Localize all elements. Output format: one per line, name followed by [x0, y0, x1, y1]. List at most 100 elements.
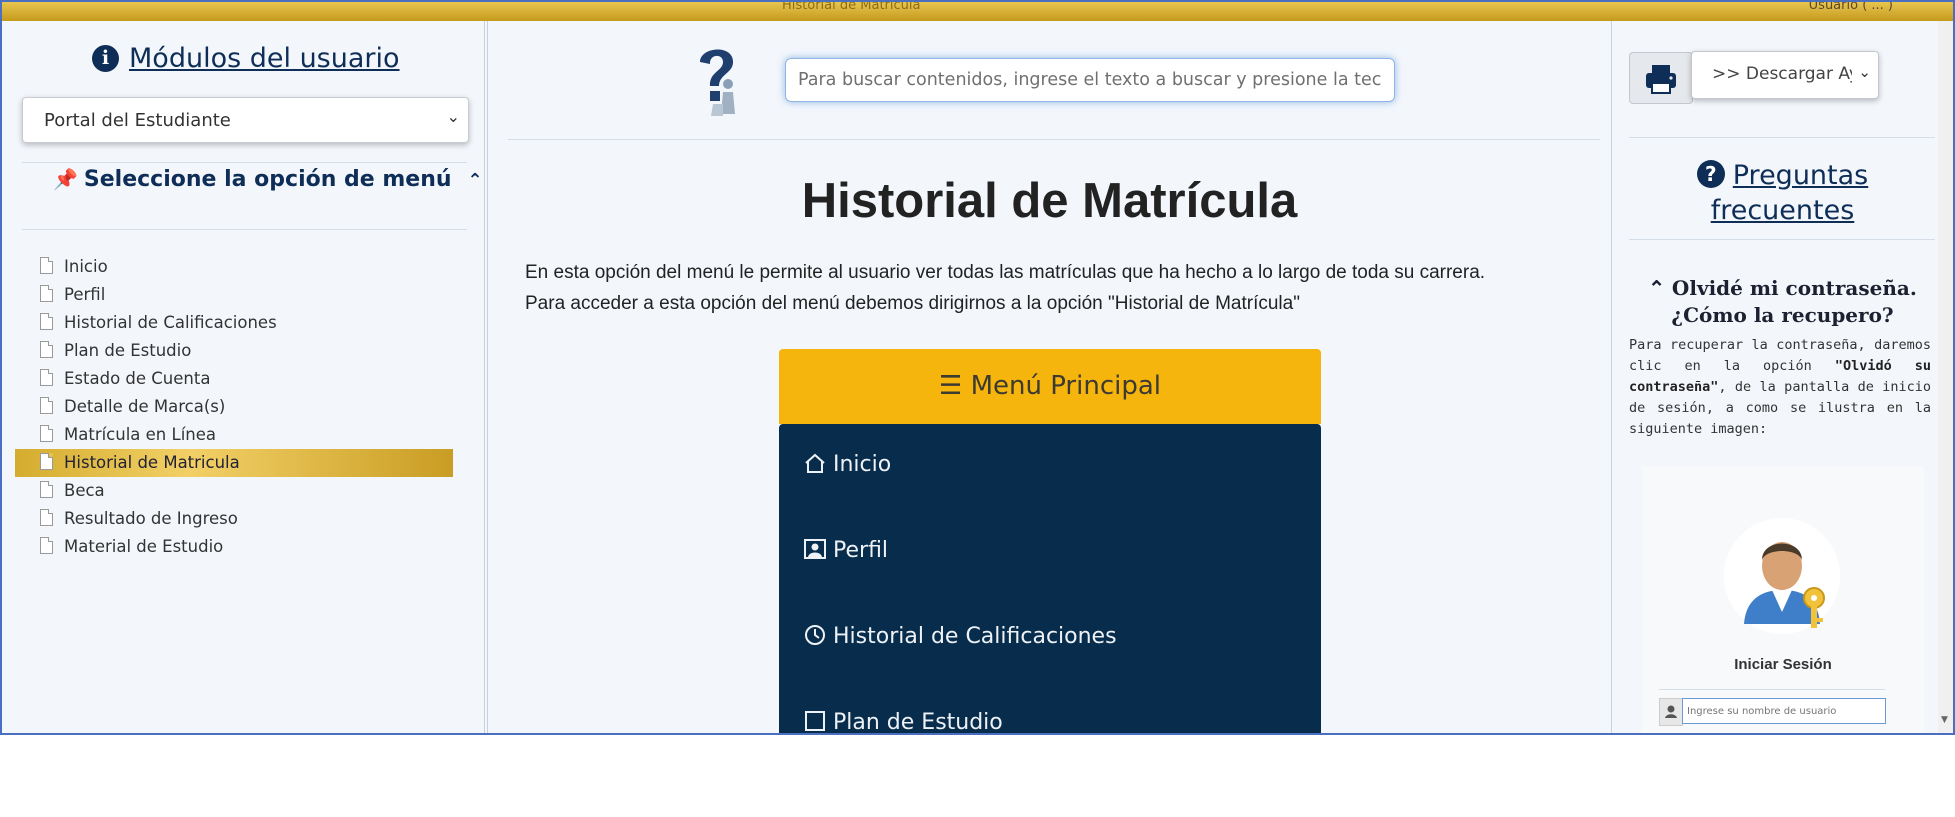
menu-list: Inicio Perfil Historial de Calificaciones P…: [15, 253, 453, 561]
sidebar-menu-label: Detalle de Marca(s): [64, 397, 226, 416]
user-key-avatar-icon: [1724, 518, 1840, 634]
list-icon: ☰: [938, 371, 963, 401]
login-label: Iniciar Sesión: [1734, 656, 1832, 673]
sidebar-menu-label: Inicio: [64, 257, 108, 276]
question-line2: ¿Cómo la recupero?: [1671, 303, 1894, 327]
divider: [22, 229, 467, 230]
main-content: Historial de Matrícula En esta opción de…: [487, 21, 1612, 733]
preview-item-label: Historial de Calificaciones: [833, 624, 1117, 649]
menu-title: 📌 Seleccione la opción de menú ⌃: [53, 167, 483, 192]
preview-item-label: Plan de Estudio: [833, 710, 1003, 733]
divider: [508, 139, 1600, 140]
sidebar-menu-label: Perfil: [64, 285, 106, 304]
divider: [1659, 689, 1885, 690]
question-circle-icon: ?: [1696, 160, 1725, 188]
sidebar-menu-item[interactable]: Estado de Cuenta: [15, 365, 453, 393]
menu-principal-header: ☰ Menú Principal: [779, 349, 1321, 424]
user-icon: [1659, 698, 1683, 726]
menu-principal-label: Menú Principal: [970, 371, 1162, 401]
sidebar-menu-label: Plan de Estudio: [64, 341, 192, 360]
preview-item-perfil: Perfil: [803, 538, 888, 563]
top-bar-title: Historial de Matrícula: [782, 0, 921, 13]
left-panel: i Módulos del usuario Portal del Estudian…: [2, 21, 485, 733]
module-select[interactable]: Portal del Estudiante ⌄: [22, 97, 469, 143]
sidebar-menu-item[interactable]: Plan de Estudio: [15, 337, 453, 365]
sidebar-menu-item[interactable]: Historial de Matricula: [15, 449, 453, 477]
document-icon: [40, 397, 53, 414]
divider: [22, 162, 467, 163]
search-input[interactable]: [785, 58, 1395, 102]
printer-icon: [1646, 65, 1676, 94]
sidebar-menu-label: Matrícula en Línea: [64, 425, 217, 444]
sidebar-menu-label: Historial de Matricula: [64, 453, 240, 472]
menu-screenshot: ☰ Menú Principal Inicio Perfil Historial…: [779, 349, 1321, 733]
preview-item-label: Inicio: [833, 452, 892, 477]
document-icon: [40, 341, 53, 358]
home-icon: [805, 453, 825, 473]
page-title: Historial de Matrícula: [801, 174, 1298, 228]
faq-title-line1[interactable]: Preguntas: [1733, 160, 1869, 191]
document-icon: [40, 313, 53, 330]
sidebar-menu-item[interactable]: Inicio: [15, 253, 453, 281]
preview-item-label: Perfil: [833, 538, 889, 563]
sidebar-menu-item[interactable]: Detalle de Marca(s): [15, 393, 453, 421]
print-button[interactable]: [1629, 52, 1693, 104]
sidebar-menu-label: Beca: [64, 481, 105, 500]
top-bar-user[interactable]: Usuario ( ... ): [1809, 2, 1893, 13]
sidebar-menu-item[interactable]: Resultado de Ingreso: [15, 505, 453, 533]
download-help-value: >> Descargar Ayuda: [1712, 64, 1852, 84]
document-icon: [40, 425, 53, 442]
top-bar: Historial de Matrícula Usuario ( ... ): [2, 2, 1953, 21]
sidebar-menu-item[interactable]: Matrícula en Línea: [15, 421, 453, 449]
preview-item-plan: Plan de Estudio: [803, 710, 1003, 733]
document-icon: [40, 537, 53, 554]
sidebar-menu-item[interactable]: Beca: [15, 477, 453, 505]
download-help-select[interactable]: >> Descargar Ayuda ⌄: [1691, 51, 1879, 99]
chevron-up-double-icon[interactable]: ⌃: [468, 170, 483, 191]
document-icon: [40, 257, 53, 274]
vertical-scrollbar[interactable]: ▼: [1938, 21, 1953, 733]
sidebar-menu-label: Material de Estudio: [64, 537, 224, 556]
book-icon: [805, 711, 825, 731]
preview-item-historial: Historial de Calificaciones: [803, 624, 1117, 649]
document-icon: [40, 369, 53, 386]
login-screenshot: Iniciar Sesión: [1642, 466, 1924, 733]
scroll-down-arrow-icon[interactable]: ▼: [1941, 715, 1948, 725]
modules-title[interactable]: i Módulos del usuario: [92, 43, 400, 74]
document-icon: [40, 509, 53, 526]
username-row: [1659, 698, 1889, 726]
sidebar-menu-item[interactable]: Perfil: [15, 281, 453, 309]
document-icon: [40, 285, 53, 302]
module-select-value: Portal del Estudiante: [44, 110, 231, 131]
sidebar-menu-item[interactable]: Material de Estudio: [15, 533, 453, 561]
sidebar-menu-label: Historial de Calificaciones: [64, 313, 277, 332]
username-input[interactable]: [1682, 698, 1886, 724]
description: En esta opción del menú le permite al us…: [525, 257, 1605, 319]
description-line: En esta opción del menú le permite al us…: [525, 262, 1486, 283]
document-icon: [40, 453, 53, 470]
sidebar-menu-label: Resultado de Ingreso: [64, 509, 238, 528]
divider: [1629, 239, 1935, 240]
chevron-up-double-icon: ⌃: [1648, 276, 1665, 300]
right-panel: >> Descargar Ayuda ⌄ ? Preguntas frecuent…: [1612, 21, 1953, 733]
info-icon: i: [92, 45, 119, 72]
menu-title-text: Seleccione la opción de menú: [83, 167, 452, 192]
modules-title-text[interactable]: Módulos del usuario: [129, 43, 400, 74]
user-card-icon: [804, 539, 826, 559]
faq-title-line2[interactable]: frecuentes: [1711, 195, 1855, 226]
faq-answer: Para recuperar la contraseña, daremos cl…: [1629, 335, 1931, 440]
divider: [1629, 137, 1935, 138]
chevron-down-icon: ⌄: [1858, 63, 1871, 81]
faq-title[interactable]: ? Preguntas frecuentes: [1612, 158, 1953, 228]
chevron-down-icon: ⌄: [446, 107, 460, 126]
question-line1: Olvidé mi contraseña.: [1671, 276, 1917, 300]
sidebar-menu-label: Estado de Cuenta: [64, 369, 211, 388]
thumbtack-icon: 📌: [53, 167, 78, 191]
clock-icon: [805, 625, 825, 645]
menu-principal-body: Inicio Perfil Historial de Calificacione…: [779, 424, 1321, 733]
help-question-icon: [700, 49, 735, 116]
description-line: Para acceder a esta opción del menú debe…: [525, 293, 1300, 314]
preview-item-inicio: Inicio: [803, 452, 891, 477]
sidebar-menu-item[interactable]: Historial de Calificaciones: [15, 309, 453, 337]
faq-question-title[interactable]: ⌃ Olvidé mi contraseña. ¿Cómo la recuper…: [1612, 275, 1953, 329]
